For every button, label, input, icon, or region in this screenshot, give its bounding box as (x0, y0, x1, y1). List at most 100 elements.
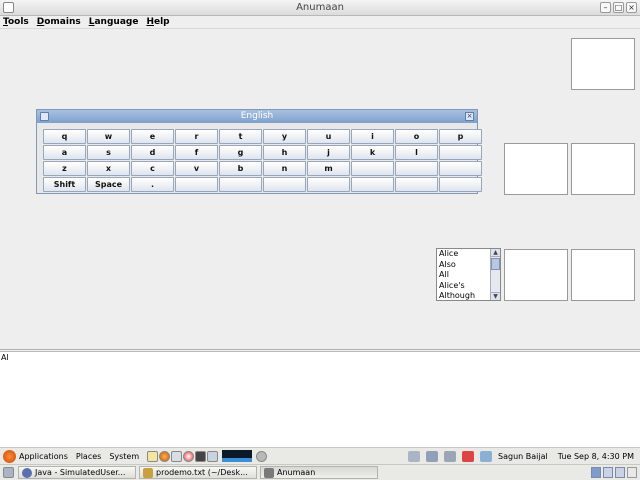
window-icon (264, 467, 274, 478)
help-launcher-icon[interactable] (183, 450, 195, 462)
list-scrollbar[interactable]: ▲ ▼ (490, 249, 500, 300)
maximize-button[interactable]: □ (613, 2, 624, 13)
key[interactable]: y (263, 129, 306, 144)
menu-system[interactable]: System (109, 452, 139, 461)
menu-places[interactable]: Places (76, 452, 101, 461)
trash-icon[interactable] (627, 467, 637, 478)
task-anumaan[interactable]: Anumaan (260, 466, 378, 479)
workspace-3[interactable] (615, 467, 625, 478)
menu-help[interactable]: Help (146, 17, 169, 27)
menu-bar: Tools Domains Language Help (0, 16, 640, 29)
menu-language[interactable]: Language (89, 17, 139, 27)
window-title: Anumaan (296, 2, 344, 13)
image-box-bottom-left[interactable] (504, 249, 568, 301)
keyboard-close-icon[interactable]: × (465, 112, 474, 121)
menu-domains[interactable]: Domains (37, 17, 81, 27)
key[interactable]: b (219, 161, 262, 176)
menu-tools[interactable]: Tools (3, 17, 29, 27)
suggestion-list[interactable]: Alice Also All Alice's Although ▲ ▼ (436, 248, 501, 301)
screenshot-launcher-icon[interactable] (207, 450, 219, 462)
terminal-launcher-icon[interactable] (195, 450, 207, 462)
scroll-up-icon[interactable]: ▲ (491, 249, 500, 257)
key[interactable] (351, 161, 394, 176)
key[interactable] (219, 177, 262, 192)
image-box-mid-left[interactable] (504, 143, 568, 195)
list-item[interactable]: All (438, 270, 490, 281)
task-prodemo[interactable]: prodemo.txt (~/Desk... (139, 466, 257, 479)
network-launcher-icon[interactable] (171, 450, 183, 462)
image-box-top-right[interactable] (571, 38, 635, 90)
battery-icon[interactable] (444, 450, 457, 462)
key[interactable]: j (307, 145, 350, 160)
menu-applications[interactable]: Applications (19, 452, 68, 461)
image-box-bottom-right[interactable] (571, 249, 635, 301)
workspace-2[interactable] (603, 467, 613, 478)
key[interactable]: o (395, 129, 438, 144)
keyboard-title-bar[interactable]: English × (37, 110, 477, 123)
key[interactable]: u (307, 129, 350, 144)
key[interactable] (439, 145, 482, 160)
key[interactable]: f (175, 145, 218, 160)
key[interactable]: z (43, 161, 86, 176)
gnome-foot-icon[interactable] (3, 449, 16, 463)
key[interactable]: l (395, 145, 438, 160)
key[interactable]: i (351, 129, 394, 144)
key[interactable] (439, 161, 482, 176)
settings-launcher-icon[interactable] (256, 450, 268, 462)
key[interactable]: g (219, 145, 262, 160)
volume-icon[interactable] (480, 450, 493, 462)
notes-launcher-icon[interactable] (147, 450, 159, 462)
key[interactable]: h (263, 145, 306, 160)
key[interactable]: e (131, 129, 174, 144)
minimize-button[interactable]: – (600, 2, 611, 13)
key[interactable] (351, 177, 394, 192)
key[interactable]: . (131, 177, 174, 192)
key[interactable] (307, 177, 350, 192)
task-label: Java - SimulatedUser... (35, 468, 126, 477)
bottom-panel: Java - SimulatedUser... prodemo.txt (~/D… (0, 464, 640, 480)
jabber-icon[interactable] (462, 450, 475, 462)
space-key[interactable]: Space (87, 177, 130, 192)
text-area[interactable]: Al (0, 351, 640, 447)
show-desktop-icon[interactable] (3, 467, 14, 478)
key[interactable]: s (87, 145, 130, 160)
key[interactable]: w (87, 129, 130, 144)
shift-key[interactable]: Shift (43, 177, 86, 192)
printer-icon[interactable] (408, 450, 421, 462)
key[interactable]: p (439, 129, 482, 144)
key[interactable]: a (43, 145, 86, 160)
key[interactable]: k (351, 145, 394, 160)
key[interactable]: q (43, 129, 86, 144)
key[interactable]: m (307, 161, 350, 176)
scroll-thumb[interactable] (491, 258, 500, 270)
key[interactable] (395, 177, 438, 192)
image-box-mid-right[interactable] (571, 143, 635, 195)
key[interactable] (175, 177, 218, 192)
keyboard-grid: q w e r t y u i o p a s d f g h j k l z … (43, 129, 482, 192)
task-java[interactable]: Java - SimulatedUser... (18, 466, 136, 479)
close-button[interactable]: × (626, 2, 637, 13)
title-bar: Anumaan – □ × (0, 0, 640, 16)
clock[interactable]: Tue Sep 8, 4:30 PM (558, 452, 634, 461)
workspace-1[interactable] (591, 467, 601, 478)
key[interactable] (263, 177, 306, 192)
key[interactable]: x (87, 161, 130, 176)
list-item[interactable]: Alice's (438, 281, 490, 292)
list-item[interactable]: Also (438, 260, 490, 271)
key[interactable]: n (263, 161, 306, 176)
firefox-launcher-icon[interactable] (159, 450, 171, 462)
list-item[interactable]: Alice (438, 249, 490, 260)
key[interactable]: t (219, 129, 262, 144)
keyboard-window: English × q w e r t y u i o p a s d f g … (36, 109, 482, 194)
list-item[interactable]: Although (438, 291, 490, 302)
key[interactable] (395, 161, 438, 176)
key[interactable]: d (131, 145, 174, 160)
key[interactable]: c (131, 161, 174, 176)
key[interactable]: r (175, 129, 218, 144)
key[interactable]: v (175, 161, 218, 176)
user-name[interactable]: Sagun Baijal (498, 452, 548, 461)
task-label: prodemo.txt (~/Desk... (156, 468, 248, 477)
monitor-icon[interactable] (426, 450, 439, 462)
key[interactable] (439, 177, 482, 192)
scroll-down-icon[interactable]: ▼ (491, 292, 500, 300)
